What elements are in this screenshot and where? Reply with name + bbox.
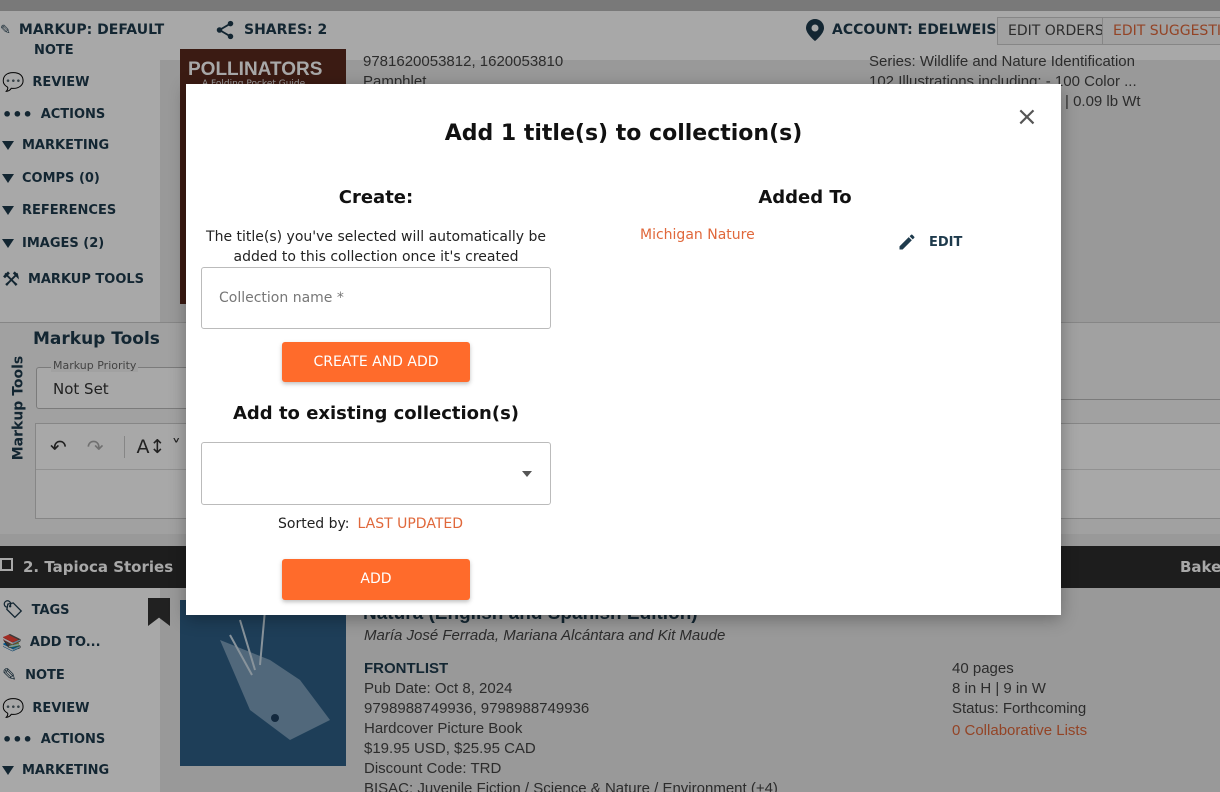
collection-name-field[interactable]	[201, 267, 551, 329]
collection-name-input[interactable]	[202, 268, 550, 328]
create-heading: Create:	[338, 187, 414, 208]
create-hint: The title(s) you've selected will automa…	[206, 229, 546, 265]
edit-label: EDIT	[929, 234, 963, 250]
add-button[interactable]: ADD	[282, 559, 470, 600]
edit-button[interactable]: EDIT	[897, 232, 962, 252]
dialog-title: Add 1 title(s) to collection(s)	[444, 121, 803, 146]
sorted-by-label: Sorted by:	[278, 516, 350, 532]
added-collection-item[interactable]: Michigan Nature	[640, 227, 755, 243]
close-icon[interactable]: ×	[1016, 104, 1038, 130]
pencil-icon	[899, 234, 915, 250]
existing-heading: Add to existing collection(s)	[232, 403, 520, 424]
create-and-add-button[interactable]: CREATE AND ADD	[282, 342, 470, 382]
add-to-collection-dialog: Add 1 title(s) to collection(s) × Create…	[186, 84, 1061, 615]
existing-collection-select[interactable]	[201, 442, 551, 505]
sort-option-link[interactable]: LAST UPDATED	[358, 516, 463, 532]
dropdown-caret-icon	[522, 471, 532, 477]
added-to-heading: Added To	[758, 187, 852, 208]
sorted-by: Sorted by: LAST UPDATED	[278, 516, 463, 532]
